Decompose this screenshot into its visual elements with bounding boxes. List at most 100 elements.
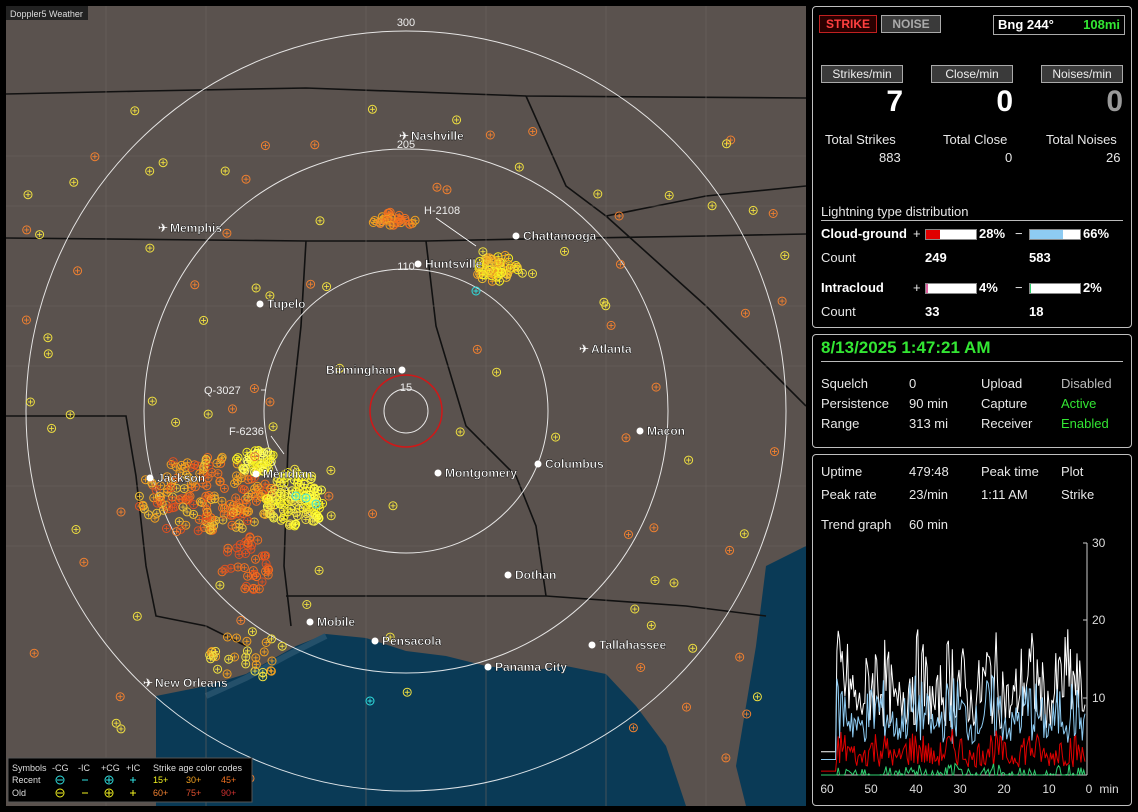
squelch-value: 0 — [909, 376, 917, 391]
uptime-value: 479:48 — [909, 464, 949, 479]
x-tick-50: 50 — [864, 782, 878, 796]
legend-age-90: 90+ — [221, 788, 236, 798]
legend-header-neg-cg: -CG — [52, 763, 69, 773]
range-label: Range — [821, 416, 860, 431]
ic-plus-sign: + — [913, 280, 921, 295]
city-label-memphis: Memphis — [170, 221, 222, 235]
x-axis-unit: min — [1099, 782, 1118, 796]
ic-trend-line — [821, 762, 1086, 777]
trend-graph-span: 60 min — [909, 517, 949, 532]
ic-minus-sign: − — [1015, 280, 1023, 295]
city-dot — [306, 618, 314, 626]
x-tick-30: 30 — [953, 782, 967, 796]
noises-per-min-label: Noises/min — [1041, 65, 1123, 83]
cg-count-label: Count — [821, 250, 856, 265]
cg-plus-sign: + — [913, 226, 921, 241]
cg-negative-count: 583 — [1029, 250, 1051, 265]
city-label-tupelo: Tupelo — [267, 297, 305, 311]
ic-negative-bar — [1029, 283, 1081, 294]
bearing-value: Bng 244° — [998, 17, 1054, 32]
city-label-nashville: Nashville — [411, 129, 464, 143]
legend-header-pos-ic: +IC — [126, 763, 141, 773]
peak-rate-value: 23/min — [909, 487, 949, 502]
cg-positive-pct: 28% — [979, 226, 1006, 241]
ic-positive-count: 33 — [925, 304, 940, 319]
app-title: Doppler5 Weather — [10, 9, 83, 19]
noise-mode-button[interactable]: NOISE — [881, 15, 941, 33]
pos-cg-trend-line — [821, 728, 1086, 772]
current-datetime: 8/13/2025 1:47:21 AM — [821, 338, 991, 357]
intracloud-label: Intracloud — [821, 280, 884, 295]
x-tick-0: 0 — [1086, 782, 1093, 796]
close-per-min-label: Close/min — [931, 65, 1013, 83]
total-close-label: Total Close — [943, 132, 1008, 147]
total-noises-value: 26 — [1106, 150, 1121, 165]
strike-stats-panel: STRIKE NOISE Bng 244° 108mi Strikes/min … — [812, 6, 1132, 328]
plot-value: Strike — [1061, 487, 1095, 502]
city-dot — [252, 470, 260, 478]
city-label-birmingham: Birmingham — [326, 363, 396, 377]
range-value: 313 mi — [909, 416, 949, 431]
ic-positive-pct: 4% — [979, 280, 998, 295]
city-dot — [636, 427, 644, 435]
peak-time-value: 1:11 AM — [981, 487, 1028, 502]
settings-panel: 8/13/2025 1:47:21 AM Squelch 0 Upload Di… — [812, 334, 1132, 448]
ic-negative-pct: 2% — [1083, 280, 1102, 295]
bearing-readout: Bng 244° 108mi — [993, 15, 1125, 35]
cg-negative-pct: 66% — [1083, 226, 1110, 241]
legend-age-45: 45+ — [221, 775, 236, 785]
strike-mode-button[interactable]: STRIKE — [819, 15, 877, 33]
y-tick-10: 10 — [1092, 691, 1106, 705]
ic-positive-bar — [925, 283, 977, 294]
city-dot — [146, 474, 154, 482]
x-tick-40: 40 — [909, 782, 923, 796]
city-label-atlanta: Atlanta — [591, 342, 632, 356]
radar-map[interactable]: 300 205 110 15 ✈ Nashville✈ MemphisChattan… — [6, 6, 806, 806]
city-dot — [434, 469, 442, 477]
total-strikes-label: Total Strikes — [825, 132, 896, 147]
legend-header-pos-cg: +CG — [101, 763, 120, 773]
capture-status: Active — [1061, 396, 1097, 411]
city-dot — [512, 232, 520, 240]
cg-minus-sign: − — [1015, 226, 1023, 241]
city-label-new-orleans: New Orleans — [155, 676, 228, 690]
upload-status: Disabled — [1061, 376, 1112, 391]
airport-icon: ✈ — [399, 129, 409, 143]
distance-value: 108mi — [1083, 17, 1120, 32]
x-tick-60: 60 — [820, 782, 834, 796]
total-close-value: 0 — [1005, 150, 1013, 165]
neg-cg-trend-line — [821, 674, 1086, 760]
x-tick-20: 20 — [997, 782, 1011, 796]
city-label-panama-city: Panama City — [495, 660, 567, 674]
airport-icon: ✈ — [158, 221, 168, 235]
legend-symbols-label: Symbols — [12, 763, 47, 773]
strikes-per-min-label: Strikes/min — [821, 65, 903, 83]
city-label-pensacola: Pensacola — [382, 634, 442, 648]
city-label-meridian: Meridian — [263, 467, 312, 481]
legend-age-60: 60+ — [153, 788, 168, 798]
peak-time-label: Peak time — [981, 464, 1039, 479]
trend-panel: Uptime 479:48 Peak time Plot Peak rate 2… — [812, 454, 1132, 806]
close-per-min-value: 0 — [996, 85, 1013, 118]
city-label-mobile: Mobile — [317, 615, 355, 629]
city-dot — [414, 260, 422, 268]
total-noises-label: Total Noises — [1046, 132, 1117, 147]
ic-count-label: Count — [821, 304, 856, 319]
airport-icon: ✈ — [579, 342, 589, 356]
airport-icon: ✈ — [143, 676, 153, 690]
ic-negative-count: 18 — [1029, 304, 1044, 319]
strikes-per-min-value: 7 — [886, 85, 903, 118]
symbol-legend: Symbols -CG -IC +CG +IC Strike age color… — [7, 757, 253, 803]
legend-age-title: Strike age color codes — [153, 763, 243, 773]
city-label-tallahassee: Tallahassee — [599, 638, 666, 652]
city-dot — [504, 571, 512, 579]
city-label-jackson: Jackson — [157, 471, 205, 485]
legend-age-15: 15+ — [153, 775, 168, 785]
storm-tag-f6236: F-6236 — [229, 426, 264, 438]
cg-positive-count: 249 — [925, 250, 947, 265]
city-label-macon: Macon — [647, 424, 685, 438]
city-label-chattanooga: Chattanooga — [523, 229, 597, 243]
cg-positive-bar — [925, 229, 977, 240]
legend-header-neg-ic: -IC — [78, 763, 90, 773]
uptime-label: Uptime — [821, 464, 863, 479]
